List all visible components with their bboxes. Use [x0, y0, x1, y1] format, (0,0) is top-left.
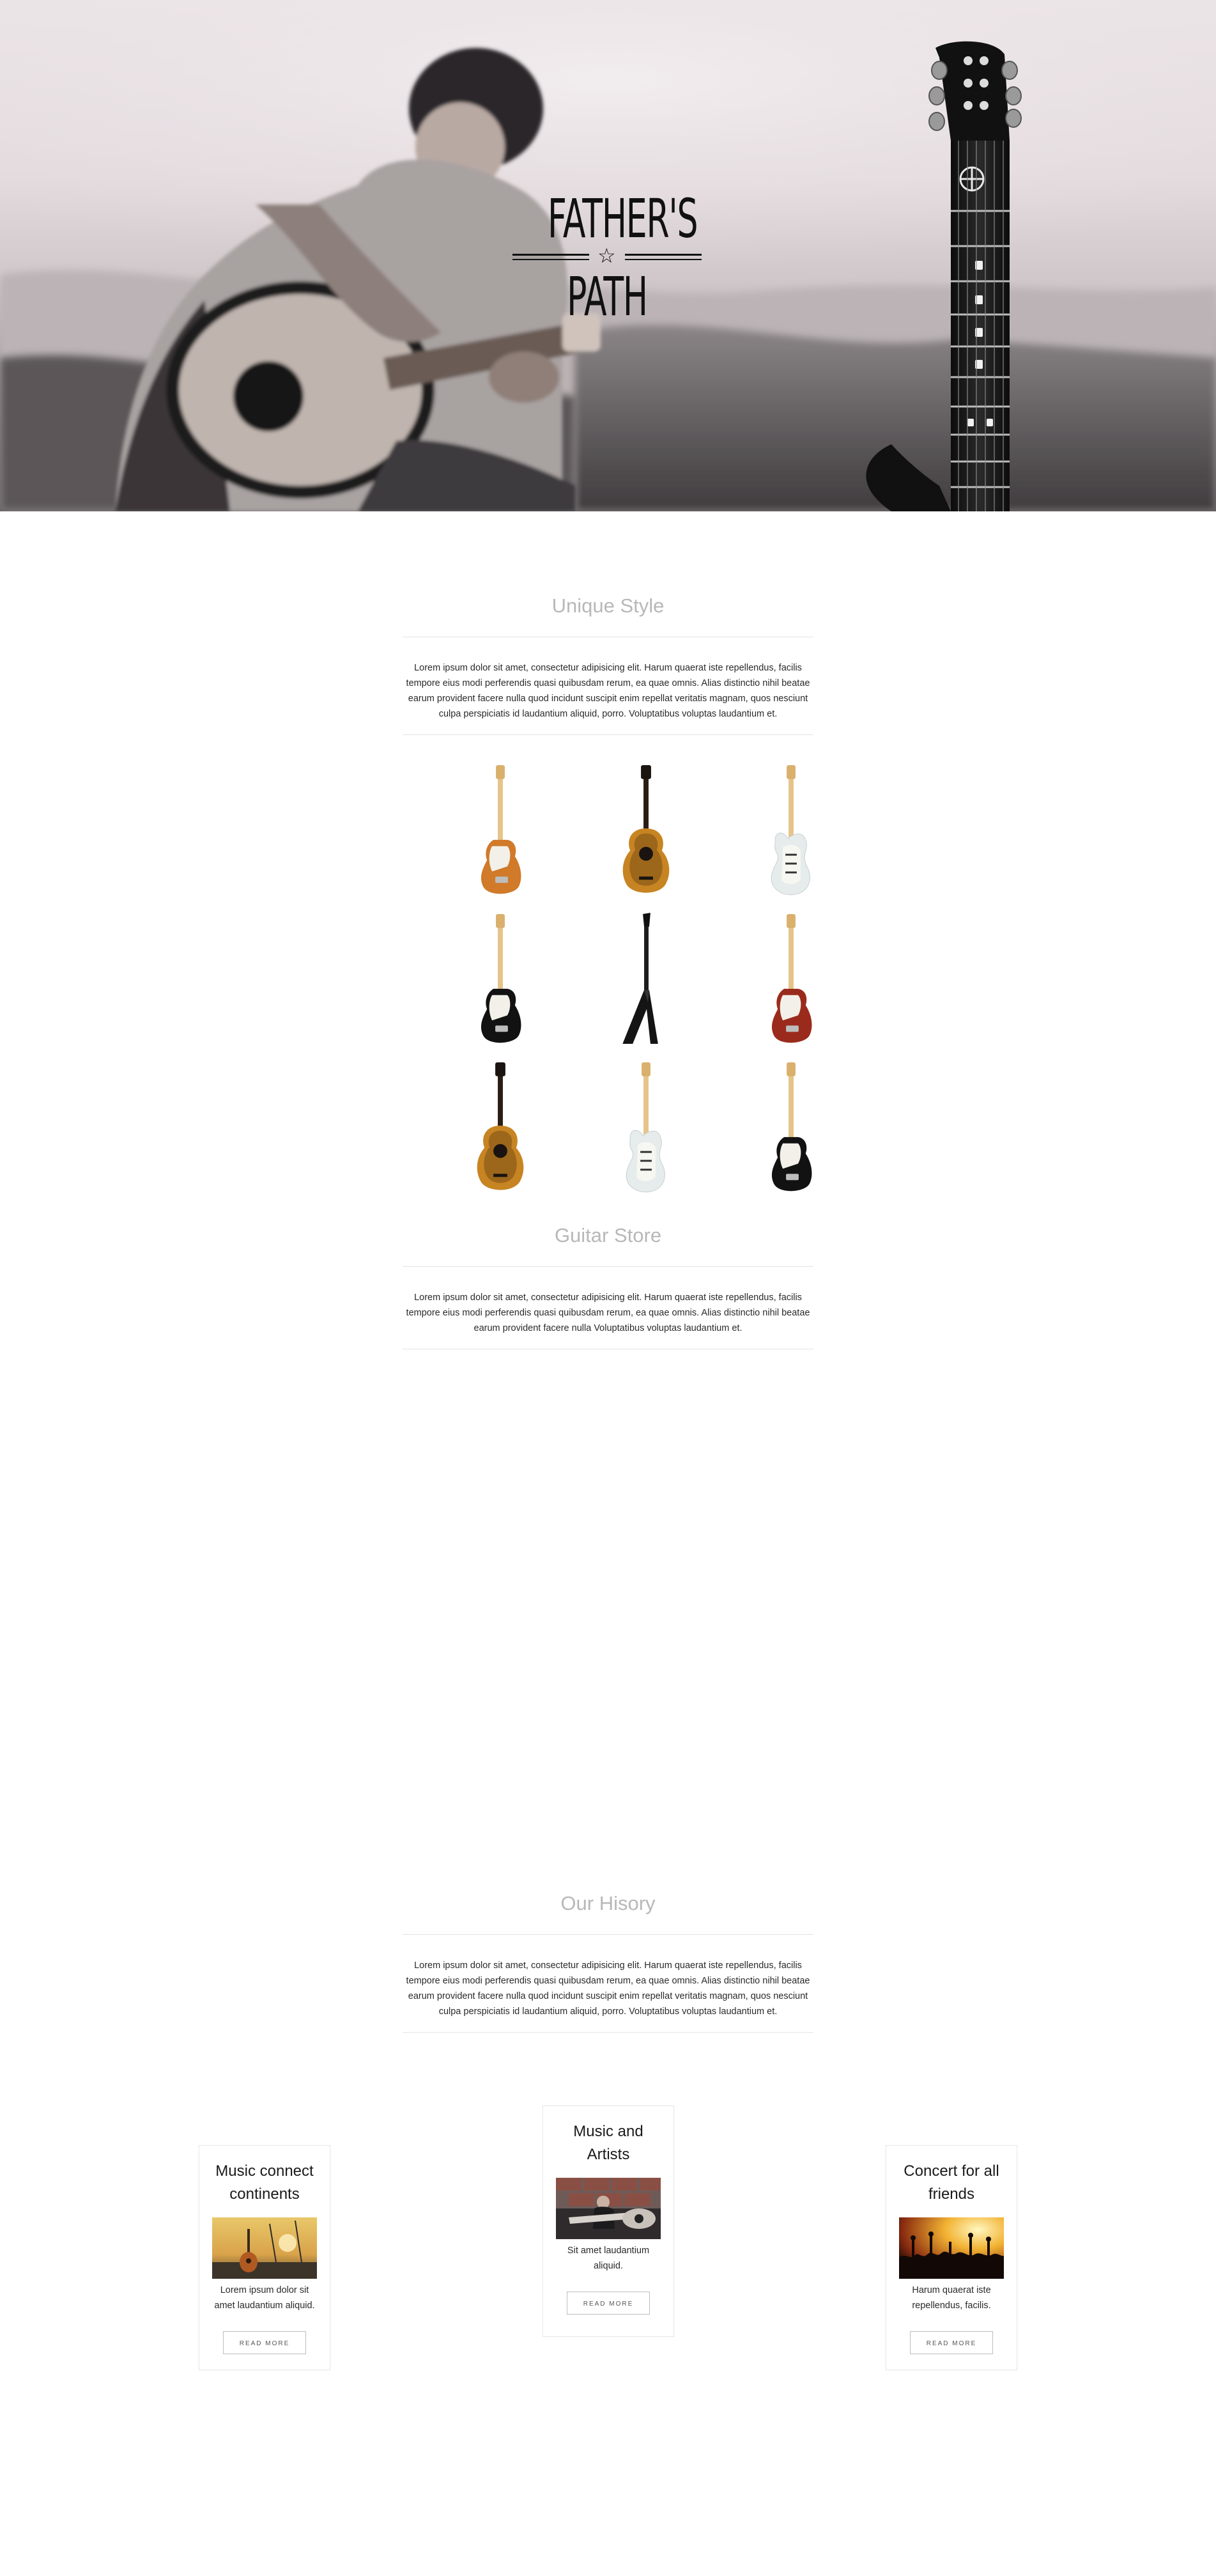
card-text: Lorem ipsum dolor sit amet laudantium al… [214, 2285, 315, 2311]
read-more-button[interactable]: READ MORE [223, 2331, 306, 2354]
divider [403, 1934, 813, 1935]
guitar-product[interactable] [756, 764, 826, 898]
logo-title-bottom: PATH [567, 265, 648, 328]
guitar-image [771, 1062, 812, 1191]
guitar-product[interactable] [465, 764, 535, 898]
section-text: Lorem ipsum dolor sit amet, consectetur … [406, 1292, 810, 1333]
guitar-image [622, 764, 670, 893]
section-title: Unique Style [551, 594, 665, 617]
history-section: Our Hisory Lorem ipsum dolor sit amet, c… [403, 1892, 813, 2033]
guitar-image [481, 764, 521, 894]
guitar-product[interactable] [465, 913, 535, 1047]
guitar-product[interactable] [756, 913, 826, 1047]
card-music-artists: Music and Artists Sit amet laudantium al… [543, 2106, 674, 2337]
section-text: Lorem ipsum dolor sit amet, consectetur … [406, 663, 810, 719]
guitar-image [622, 913, 658, 1044]
guitar-image [771, 913, 812, 1043]
divider [403, 734, 813, 735]
card-image [556, 2178, 661, 2239]
read-more-button[interactable]: READ MORE [567, 2292, 650, 2315]
star-icon: ☆ [597, 244, 616, 267]
guitar-product[interactable] [756, 1061, 826, 1195]
guitar-image [626, 1062, 665, 1193]
read-more-button[interactable]: READ MORE [910, 2331, 993, 2354]
guitar-image [771, 764, 810, 896]
divider [403, 1266, 813, 1267]
section-text: Lorem ipsum dolor sit amet, consectetur … [406, 1960, 810, 2017]
card-image [212, 2217, 317, 2279]
section-title: Guitar Store [554, 1224, 662, 1246]
guitar-product[interactable] [465, 1061, 535, 1195]
unique-style-section: Unique Style Lorem ipsum dolor sit amet,… [403, 594, 813, 735]
divider [403, 2032, 813, 2033]
site-logo[interactable]: FATHER'S ☆ PATH [511, 192, 703, 323]
section-title: Our Hisory [560, 1892, 656, 1914]
card-title: Music and Artists [573, 2123, 643, 2163]
card-title: Music connect continents [215, 2162, 314, 2203]
hero-banner: FATHER'S ☆ PATH [0, 0, 1216, 511]
card-concert: Concert for all friends Harum quaerat is… [886, 2145, 1017, 2370]
logo-title-top: FATHER'S [548, 187, 698, 250]
card-image [899, 2217, 1004, 2279]
guitar-product[interactable] [611, 913, 681, 1047]
guitar-image [477, 1062, 524, 1190]
card-text: Harum quaerat iste repellendus, facilis. [912, 2285, 991, 2311]
guitar-product[interactable] [611, 1061, 681, 1195]
guitar-product[interactable] [611, 764, 681, 898]
card-title: Concert for all friends [904, 2162, 999, 2203]
card-text: Sit amet laudantium aliquid. [567, 2246, 650, 2271]
card-music-connect: Music connect continents Lorem ipsum dol… [199, 2145, 330, 2370]
guitar-image [481, 913, 521, 1043]
guitar-store-section: Guitar Store Lorem ipsum dolor sit amet,… [403, 1224, 813, 1349]
